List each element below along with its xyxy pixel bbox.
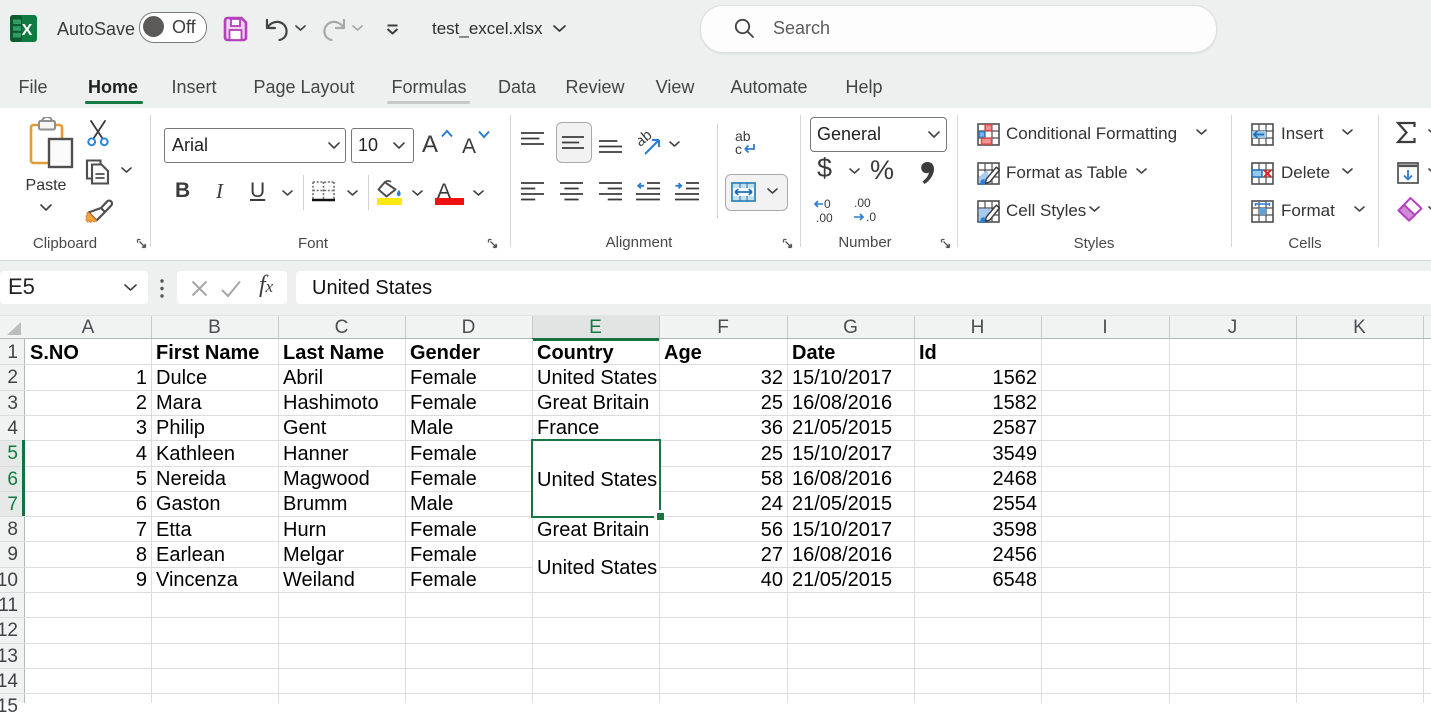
svg-text:X: X	[22, 22, 33, 39]
svg-text:.0: .0	[866, 210, 876, 224]
svg-text:0: 0	[824, 198, 831, 211]
svg-text:.00: .00	[854, 197, 871, 210]
svg-text:c: c	[735, 141, 742, 157]
svg-text:.00: .00	[816, 211, 833, 224]
